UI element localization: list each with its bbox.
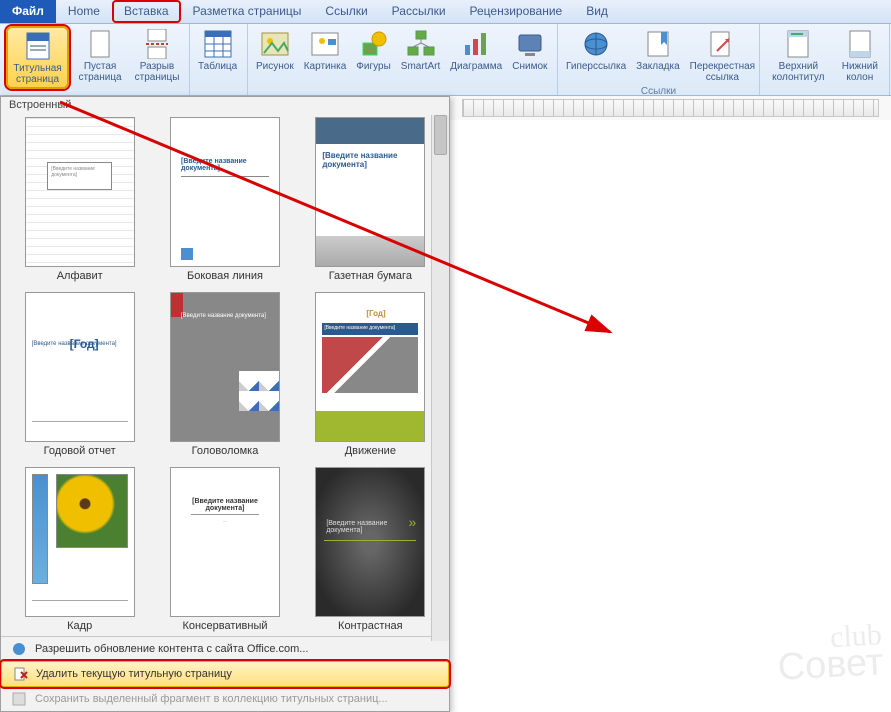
gallery-save-label: Сохранить выделенный фрагмент в коллекци… [35,693,388,705]
gallery-item-label: Газетная бумага [329,270,412,282]
ribbon-group-illustrations: Рисунок Картинка Фигуры SmartArt Диаграм… [248,24,558,95]
gallery-item-motion[interactable]: [Год] [Введите название документа] Движе… [302,292,439,461]
tab-home[interactable]: Home [56,0,112,23]
document-ruler-area [450,96,891,120]
gallery-item-label: Головоломка [192,445,259,457]
globe-icon [11,641,27,657]
crossref-label: Перекрестная ссылка [690,61,755,83]
scrollbar-thumb[interactable] [434,115,447,155]
gallery-office-label: Разрешить обновление контента с сайта Of… [35,643,308,655]
header-icon [782,28,814,60]
blankpage-icon [84,28,116,60]
screenshot-label: Снимок [512,61,547,72]
group-pages-label [0,93,189,95]
crossref-icon [706,28,738,60]
picture-label: Рисунок [256,61,294,72]
pagebreak-icon [141,28,173,60]
clipart-label: Картинка [304,61,347,72]
clipart-button[interactable]: Картинка [302,26,349,74]
gallery-item-sideline[interactable]: [Введите название документа] Боковая лин… [156,117,293,286]
tab-review[interactable]: Рецензирование [458,0,575,23]
footer-button[interactable]: Нижний колон [837,26,883,85]
footer-icon [844,28,876,60]
chart-button[interactable]: Диаграмма [448,26,504,74]
bookmark-button[interactable]: Закладка [634,26,681,74]
crossref-button[interactable]: Перекрестная ссылка [688,26,757,85]
ribbon: Титульная страница Пустая страница Разры… [0,24,891,96]
tab-view[interactable]: Вид [574,0,620,23]
screenshot-icon [514,28,546,60]
shapes-label: Фигуры [356,61,390,72]
gallery-item-contrast[interactable]: [Введите название документа] » Контрастн… [302,467,439,636]
ribbon-group-table: Таблица [190,24,248,95]
gallery-item-label: Кадр [67,620,92,632]
table-button[interactable]: Таблица [196,26,239,74]
footer-label: Нижний колон [839,61,881,83]
screenshot-button[interactable]: Снимок [510,26,549,74]
clipart-icon [309,28,341,60]
gallery-remove-label: Удалить текущую титульную страницу [36,668,232,680]
gallery-item-newspaper[interactable]: [Введите название документа] Газетная бу… [302,117,439,286]
coverpage-button[interactable]: Титульная страница [6,26,69,89]
horizontal-ruler[interactable] [462,99,879,117]
gallery-item-label: Консервативный [182,620,267,632]
smartart-label: SmartArt [401,61,440,72]
coverpage-label: Титульная страница [10,63,65,85]
ribbon-group-pages: Титульная страница Пустая страница Разры… [0,24,190,95]
save-selection-icon [11,691,27,707]
bookmark-label: Закладка [636,61,679,72]
gallery-item-label: Годовой отчет [44,445,116,457]
shapes-icon [358,28,390,60]
bookmark-icon [642,28,674,60]
header-button[interactable]: Верхний колонтитул [766,26,831,85]
table-label: Таблица [198,61,237,72]
tab-refs[interactable]: Ссылки [313,0,379,23]
hyperlink-label: Гиперссылка [566,61,626,72]
hyperlink-button[interactable]: Гиперссылка [564,26,628,74]
smartart-icon [405,28,437,60]
gallery-remove-coverpage[interactable]: Удалить текущую титульную страницу [1,661,449,687]
gallery-item-conservative[interactable]: [Введите название документа] — Консерват… [156,467,293,636]
chart-label: Диаграмма [450,61,502,72]
pagebreak-button[interactable]: Разрыв страницы [131,26,183,85]
gallery-item-puzzle[interactable]: [Введите название документа] Головоломка [156,292,293,461]
picture-icon [259,28,291,60]
gallery-item-label: Алфавит [57,270,103,282]
watermark: clubСовет [776,623,884,683]
gallery-item-alphabet[interactable]: [Введите название документа] Алфавит [11,117,148,286]
header-label: Верхний колонтитул [768,61,829,83]
gallery-item-label: Контрастная [338,620,403,632]
gallery-office-update[interactable]: Разрешить обновление контента с сайта Of… [1,637,449,661]
picture-button[interactable]: Рисунок [254,26,296,74]
tab-bar: Файл Home Вставка Разметка страницы Ссыл… [0,0,891,24]
tab-mail[interactable]: Рассылки [380,0,458,23]
tab-file[interactable]: Файл [0,0,56,23]
gallery-item-label: Движение [345,445,396,457]
table-icon [202,28,234,60]
tab-layout[interactable]: Разметка страницы [181,0,314,23]
coverpage-icon [22,30,54,62]
coverpage-gallery-dropdown: Встроенный [Введите название документа] … [0,96,450,712]
gallery-save-selection: Сохранить выделенный фрагмент в коллекци… [1,687,449,711]
tab-insert[interactable]: Вставка [112,0,181,23]
gallery-item-annual[interactable]: [Введите название документа] [Год] Годов… [11,292,148,461]
ribbon-group-headerfooter: Верхний колонтитул Нижний колон [760,24,890,95]
shapes-button[interactable]: Фигуры [354,26,392,74]
blankpage-label: Пустая страница [77,61,123,83]
gallery-header: Встроенный [1,97,449,113]
pagebreak-label: Разрыв страницы [133,61,181,83]
smartart-button[interactable]: SmartArt [399,26,442,74]
gallery-item-label: Боковая линия [187,270,263,282]
ribbon-group-links: Гиперссылка Закладка Перекрестная ссылка… [558,24,760,95]
hyperlink-icon [580,28,612,60]
chart-icon [460,28,492,60]
blankpage-button[interactable]: Пустая страница [75,26,125,85]
gallery-scrollbar[interactable] [431,115,449,641]
remove-page-icon [12,666,28,682]
gallery-item-frame[interactable]: Кадр [11,467,148,636]
